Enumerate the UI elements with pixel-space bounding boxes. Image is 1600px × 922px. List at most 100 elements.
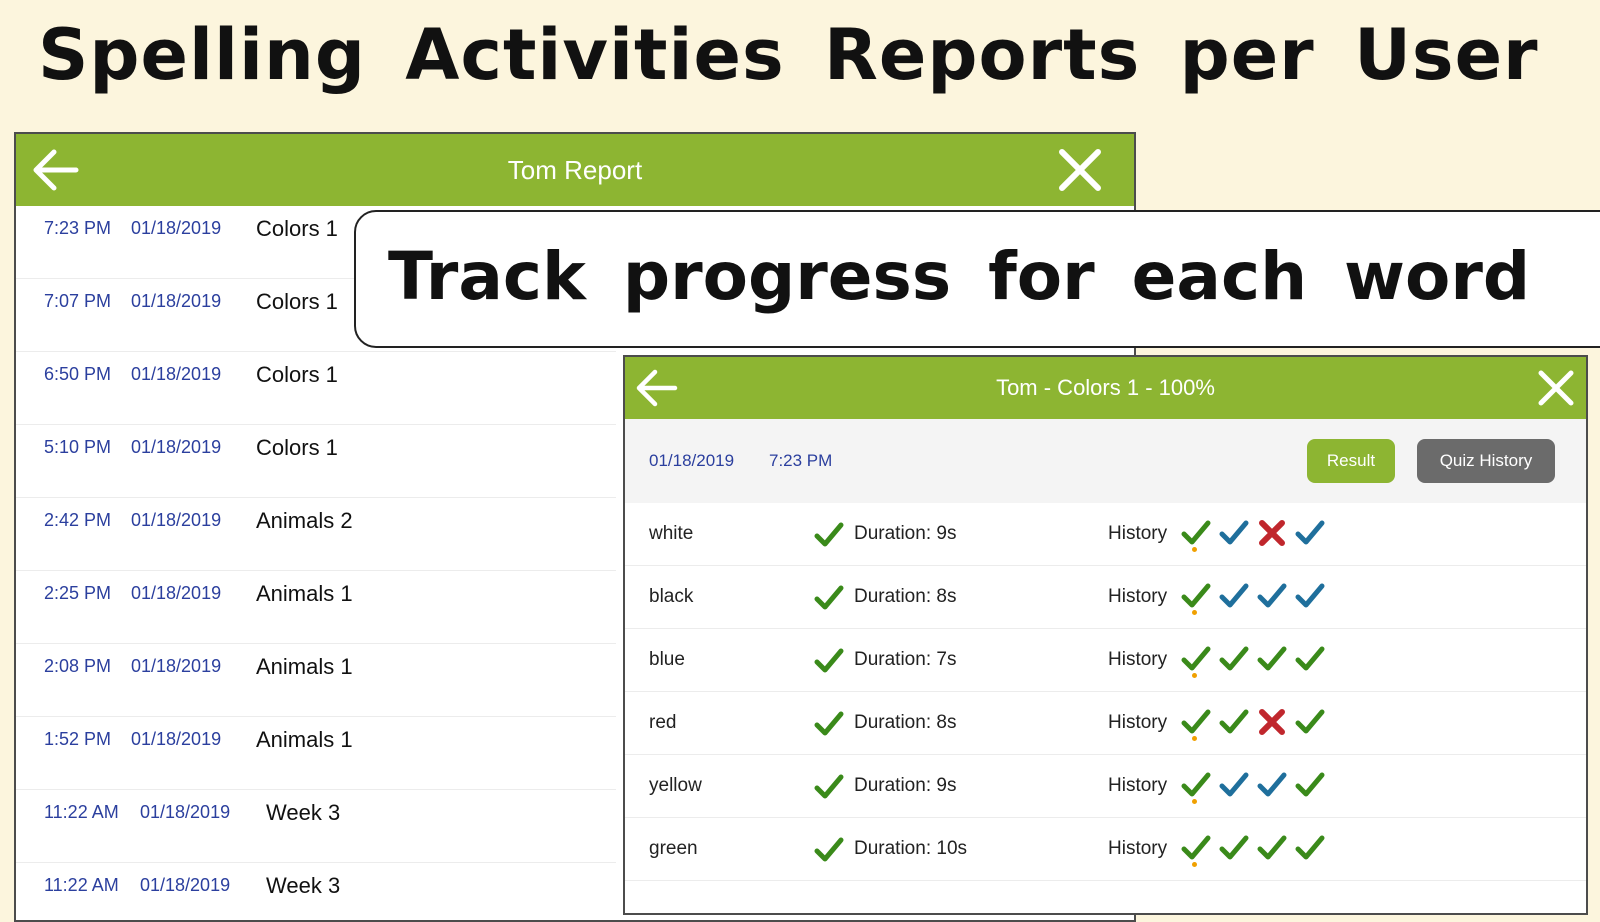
report-row[interactable]: 2:42 PM 01/18/2019 Animals 2 [16, 498, 616, 571]
report-date: 01/18/2019 [140, 802, 231, 822]
history-check-icon [1180, 643, 1212, 678]
history-label: History [1108, 775, 1168, 796]
report-time: 2:42 PM [44, 510, 112, 530]
report-time: 2:08 PM [44, 656, 112, 676]
report-row[interactable]: 6:50 PM 01/18/2019 Colors 1 [16, 352, 616, 425]
history-check-icon [1294, 769, 1326, 801]
history-check-icon [1256, 580, 1288, 612]
history-label: History [1108, 586, 1168, 607]
report-activity: Animals 1 [256, 654, 353, 679]
detail-panel: Tom - Colors 1 - 100% 01/18/2019 7:23 PM… [623, 355, 1588, 915]
page-headline: Spelling Activities Reports per User [38, 14, 1539, 96]
detail-time: 7:23 PM [769, 451, 833, 470]
history-label: History [1108, 649, 1168, 670]
history-label: History [1108, 838, 1168, 859]
report-activity: Colors 1 [256, 289, 338, 314]
history-check-icon [1180, 706, 1212, 741]
report-time: 5:10 PM [44, 437, 112, 457]
history-marks [1180, 643, 1326, 678]
correct-check-icon [813, 519, 845, 556]
detail-header-bar: Tom - Colors 1 - 100% [625, 357, 1586, 419]
report-activity: Colors 1 [256, 216, 338, 241]
report-title: Tom Report [507, 155, 643, 185]
duration-text: Duration: 8s [854, 712, 957, 733]
history-marks [1180, 769, 1326, 804]
duration-text: Duration: 7s [854, 649, 957, 670]
word-row: yellow Duration: 9s History [625, 755, 1586, 818]
word-row: red Duration: 8s History [625, 692, 1586, 755]
report-time: 11:22 AM [44, 802, 119, 822]
close-icon[interactable] [1537, 369, 1575, 412]
correct-check-icon [813, 771, 845, 808]
history-check-icon [1180, 517, 1212, 552]
detail-date: 01/18/2019 [649, 451, 735, 470]
report-row[interactable]: 2:25 PM 01/18/2019 Animals 1 [16, 571, 616, 644]
close-icon[interactable] [1058, 148, 1102, 197]
history-check-icon [1180, 832, 1212, 867]
history-label: History [1108, 712, 1168, 733]
history-marks [1180, 832, 1326, 867]
report-date: 01/18/2019 [131, 656, 222, 676]
word-row: blue Duration: 7s History [625, 629, 1586, 692]
report-date: 01/18/2019 [131, 510, 222, 530]
history-check-icon [1294, 580, 1326, 612]
history-marks [1180, 517, 1326, 552]
word-list: white Duration: 9s History black Duration: 8… [625, 503, 1586, 881]
history-check-icon [1256, 769, 1288, 801]
report-date: 01/18/2019 [131, 583, 222, 603]
quiz-history-button[interactable]: Quiz History [1417, 439, 1555, 483]
result-button[interactable]: Result [1307, 439, 1395, 483]
history-check-icon [1256, 832, 1288, 864]
correct-check-icon [813, 708, 845, 745]
correct-check-icon [813, 834, 845, 871]
report-time: 7:07 PM [44, 291, 112, 311]
history-cross-icon [1256, 517, 1288, 549]
word-text: white [649, 523, 694, 544]
report-time: 11:22 AM [44, 875, 119, 895]
report-date: 01/18/2019 [131, 364, 222, 384]
history-check-icon [1218, 832, 1250, 864]
word-text: red [649, 712, 677, 733]
report-date: 01/18/2019 [131, 218, 222, 238]
callout-banner: Track progress for each word [354, 210, 1600, 348]
correct-check-icon [813, 582, 845, 619]
word-text: black [649, 586, 694, 607]
report-activity: Week 3 [266, 800, 341, 825]
history-cross-icon [1256, 706, 1288, 738]
history-check-icon [1180, 580, 1212, 615]
history-check-icon [1218, 517, 1250, 549]
report-date: 01/18/2019 [140, 875, 231, 895]
report-activity: Colors 1 [256, 435, 338, 460]
report-activity: Animals 1 [256, 581, 353, 606]
report-time: 6:50 PM [44, 364, 112, 384]
report-row[interactable]: 2:08 PM 01/18/2019 Animals 1 [16, 644, 616, 717]
correct-check-icon [813, 645, 845, 682]
report-activity: Colors 1 [256, 362, 338, 387]
history-check-icon [1218, 580, 1250, 612]
history-check-icon [1294, 517, 1326, 549]
history-check-icon [1218, 769, 1250, 801]
report-date: 01/18/2019 [131, 729, 222, 749]
history-check-icon [1294, 706, 1326, 738]
report-date: 01/18/2019 [131, 437, 222, 457]
report-date: 01/18/2019 [131, 291, 222, 311]
history-check-icon [1294, 643, 1326, 675]
word-row: green Duration: 10s History [625, 818, 1586, 881]
word-row: white Duration: 9s History [625, 503, 1586, 566]
report-row[interactable]: 5:10 PM 01/18/2019 Colors 1 [16, 425, 616, 498]
history-check-icon [1180, 769, 1212, 804]
history-check-icon [1294, 832, 1326, 864]
callout-text: Track progress for each word [388, 238, 1531, 315]
word-text: green [649, 838, 698, 859]
detail-title: Tom - Colors 1 - 100% [996, 375, 1215, 400]
report-time: 7:23 PM [44, 218, 112, 238]
word-row: black Duration: 8s History [625, 566, 1586, 629]
duration-text: Duration: 8s [854, 586, 957, 607]
history-label: History [1108, 523, 1168, 544]
report-row[interactable]: 11:22 AM 01/18/2019 Week 3 [16, 790, 616, 863]
report-row[interactable]: 1:52 PM 01/18/2019 Animals 1 [16, 717, 616, 790]
report-time: 2:25 PM [44, 583, 112, 603]
report-activity: Animals 2 [256, 508, 353, 533]
history-check-icon [1256, 643, 1288, 675]
report-row[interactable]: 11:22 AM 01/18/2019 Week 3 [16, 863, 616, 920]
